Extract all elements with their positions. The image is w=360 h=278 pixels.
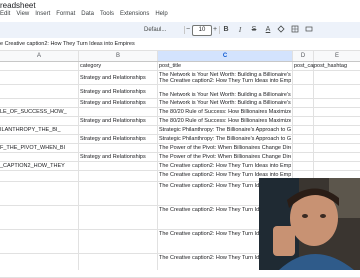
cell-category[interactable]: Strategy and Relationships xyxy=(80,154,156,161)
cell-post-title-line2[interactable]: The Network is Your Net Worth: Building … xyxy=(159,92,291,99)
cell-code[interactable]: F_THE_PIVOT_WHEN_BI xyxy=(0,145,76,152)
font-size-input[interactable]: 10 xyxy=(192,25,212,36)
table-row: Strategy and Relationships The 80/20 Rule… xyxy=(0,117,360,126)
table-row: Strategy and Relationships Strategic Phil… xyxy=(0,135,360,144)
cell-code[interactable]: LE_OF_SUCCESS_HOW_ xyxy=(0,109,76,116)
table-row: ILANTHROPY_THE_BI_ Strategic Philanthropy… xyxy=(0,126,360,135)
menu-view[interactable]: View xyxy=(16,11,29,21)
cell-post-title[interactable]: The 80/20 Rule of Success: How Billionai… xyxy=(159,109,291,116)
header-cell-post-caption[interactable]: post_caption xyxy=(294,63,314,70)
menu-extensions[interactable]: Extensions xyxy=(120,11,149,21)
cell-category[interactable]: Strategy and Relationships xyxy=(80,136,156,143)
increase-font-size-button[interactable]: + xyxy=(212,25,218,35)
cell-post-title-line2[interactable]: The Creative caption2: How They Turn Ide… xyxy=(159,78,291,85)
column-header-a[interactable]: A xyxy=(0,51,79,61)
toolbar: Defaul... − 10 + B I S A xyxy=(0,22,360,38)
column-header-b[interactable]: B xyxy=(79,51,158,61)
italic-button[interactable]: I xyxy=(236,25,244,35)
webcam-overlay xyxy=(259,178,360,270)
decrease-font-size-button[interactable]: − xyxy=(185,25,191,35)
table-row: F_THE_PIVOT_WHEN_BI The Power of the Pivo… xyxy=(0,144,360,153)
column-header-e[interactable]: E xyxy=(314,51,360,61)
menu-edit[interactable]: Edit xyxy=(0,11,10,21)
cell-code[interactable]: ILANTHROPY_THE_BI_ xyxy=(0,127,76,134)
cell-category[interactable]: Strategy and Relationships xyxy=(80,100,156,107)
table-row: LE_OF_SUCCESS_HOW_ The 80/20 Rule of Succ… xyxy=(0,108,360,117)
cell-post-title[interactable]: The Power of the Pivot: When Billionaire… xyxy=(159,145,291,152)
menu-format[interactable]: Format xyxy=(56,11,75,21)
header-cell-category[interactable]: category xyxy=(80,63,156,70)
merge-cells-icon[interactable] xyxy=(304,25,314,35)
cell-post-title[interactable]: Strategic Philanthropy: The Billionaire'… xyxy=(159,127,291,134)
person-video-icon xyxy=(259,178,360,270)
menu-insert[interactable]: Insert xyxy=(35,11,50,21)
cell-post-title[interactable]: The 80/20 Rule of Success: How Billionai… xyxy=(159,118,291,125)
formula-bar-input[interactable]: e Creative caption2: How They Turn Ideas… xyxy=(0,41,135,47)
header-cell-post-title[interactable]: post_title xyxy=(159,63,291,70)
text-color-button[interactable]: A xyxy=(264,25,272,35)
cell-category[interactable]: Strategy and Relationships xyxy=(80,89,156,96)
cell-code[interactable]: _CAPTION2_HOW_THEY xyxy=(0,163,76,170)
header-cell-post-hashtags[interactable]: post_hashtag xyxy=(314,63,360,70)
column-header-d[interactable]: D xyxy=(293,51,314,61)
table-row: Strategy and Relationships The Network is… xyxy=(0,85,360,99)
table-row: Strategy and Relationships The Network is… xyxy=(0,71,360,85)
cell-category[interactable]: Strategy and Relationships xyxy=(80,75,156,82)
menu-tools[interactable]: Tools xyxy=(100,11,114,21)
borders-icon[interactable] xyxy=(290,25,300,35)
bold-button[interactable]: B xyxy=(222,25,230,35)
strikethrough-button[interactable]: S xyxy=(250,25,258,35)
menu-help[interactable]: Help xyxy=(155,11,167,21)
fill-color-icon[interactable] xyxy=(276,25,286,35)
cell-post-title[interactable]: The Creative caption2: How They Turn Ide… xyxy=(159,163,291,170)
cell-post-title[interactable]: Strategic Philanthropy: The Billionaire'… xyxy=(159,136,291,143)
document-title[interactable]: readsheet xyxy=(0,1,36,10)
table-header-row: category post_title post_caption post_ha… xyxy=(0,62,360,71)
menu-bar: Edit View Insert Format Data Tools Extensions H… xyxy=(0,11,168,21)
column-header-row: A B C D E xyxy=(0,51,360,62)
cell-post-title[interactable]: The Power of the Pivot: When Billionaire… xyxy=(159,154,291,161)
menu-data[interactable]: Data xyxy=(81,11,94,21)
table-row: Strategy and Relationships The Power of t… xyxy=(0,153,360,162)
toolbar-divider xyxy=(219,26,220,34)
table-row: _CAPTION2_HOW_THEY The Creative caption2:… xyxy=(0,162,360,171)
column-header-c[interactable]: C xyxy=(158,51,293,61)
cell-post-title[interactable]: The Network is Your Net Worth: Building … xyxy=(159,100,291,107)
font-family-select[interactable]: Defaul... xyxy=(144,25,182,35)
cell-category[interactable]: Strategy and Relationships xyxy=(80,118,156,125)
table-row: Strategy and Relationships The Network is… xyxy=(0,99,360,108)
